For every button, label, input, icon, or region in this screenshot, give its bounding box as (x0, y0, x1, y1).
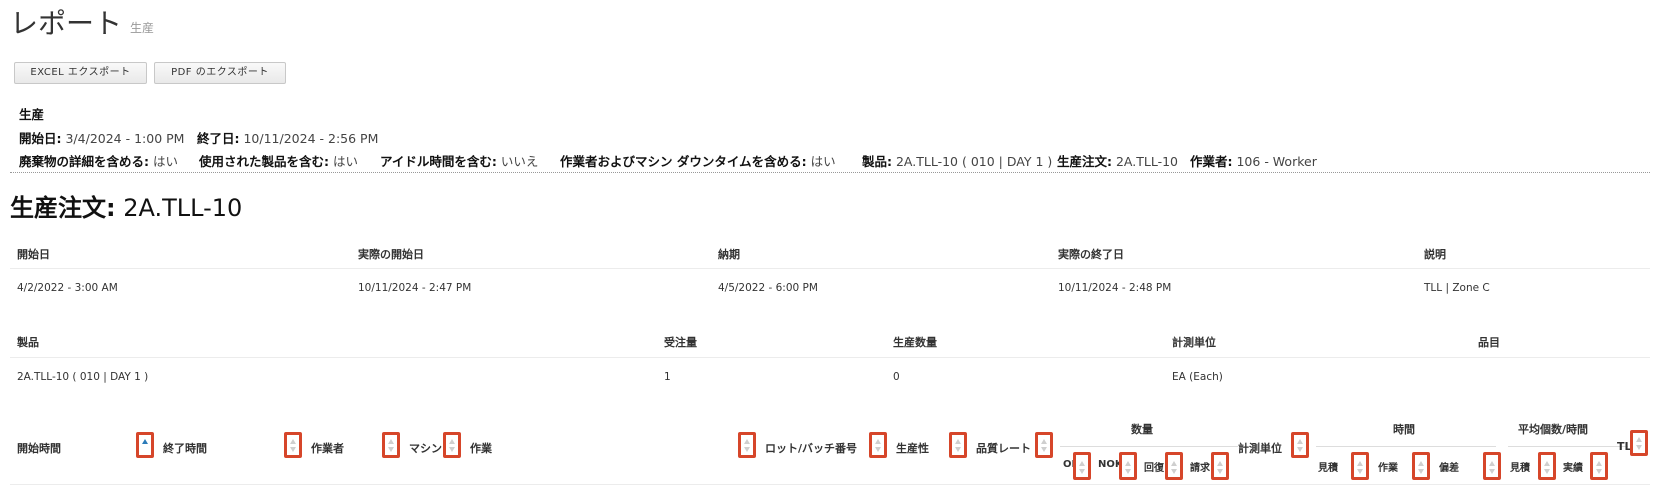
filter-worker: 作業者: 106 - Worker (1190, 154, 1317, 169)
group-avg: 平均個数/時間 (1518, 423, 1589, 436)
table1-cell: 10/11/2024 - 2:48 PM (1058, 282, 1172, 294)
sort-nok-icon[interactable] (1119, 452, 1137, 480)
sort-claim-icon[interactable] (1211, 452, 1229, 480)
table1-header: 実際の終了日 (1058, 248, 1124, 261)
col-start-time[interactable]: 開始時間 (17, 440, 61, 456)
sort-avg-est-icon[interactable] (1538, 452, 1556, 480)
table2-header: 生産数量 (893, 336, 937, 349)
sort-start-time-icon[interactable] (136, 432, 154, 458)
filter-order: 生産注文: 2A.TLL-10 (1057, 154, 1179, 169)
sort-time-est-icon[interactable] (1351, 452, 1369, 480)
filter-downtime: 作業者およびマシン ダウンタイムを含める: はい (560, 154, 836, 169)
col-recovery[interactable]: 回復 (1144, 459, 1164, 474)
col-end-time[interactable]: 終了時間 (163, 440, 207, 456)
pdf-export-button[interactable]: PDF のエクスポート (154, 62, 286, 84)
table2-cell: EA (Each) (1172, 371, 1223, 383)
col-uom[interactable]: 計測単位 (1238, 440, 1282, 456)
sort-worker-icon[interactable] (382, 432, 400, 458)
row-divider (10, 484, 1650, 485)
col-quality[interactable]: 品質レート (976, 440, 1031, 456)
table1-cell: 4/2/2022 - 3:00 AM (17, 282, 118, 294)
table2-header: 製品 (17, 336, 39, 349)
sort-lot-icon[interactable] (869, 432, 887, 458)
col-claim[interactable]: 請求 (1190, 459, 1210, 474)
col-time-work[interactable]: 作業 (1378, 459, 1398, 474)
sort-quality-icon[interactable] (1035, 432, 1053, 458)
table1-header: 実際の開始日 (358, 248, 424, 261)
table1-header: 開始日 (17, 248, 50, 261)
col-machine[interactable]: マシン (409, 440, 442, 456)
col-time-dev[interactable]: 偏差 (1439, 459, 1459, 474)
col-avg-est[interactable]: 見積 (1510, 459, 1530, 474)
excel-export-button[interactable]: EXCEL エクスポート (14, 62, 147, 84)
table1-cell: 10/11/2024 - 2:47 PM (358, 282, 472, 294)
table1-header: 説明 (1424, 248, 1446, 261)
col-lot[interactable]: ロット/バッチ番号 (765, 440, 857, 456)
filter-product: 製品: 2A.TLL-10 ( 010 | DAY 1 ) (862, 154, 1053, 169)
page-title: レポート (10, 7, 123, 40)
col-operation[interactable]: 作業 (470, 440, 492, 456)
sort-end-time-icon[interactable] (284, 432, 302, 458)
col-time-est[interactable]: 見積 (1318, 459, 1338, 474)
sort-operation-icon[interactable] (738, 432, 756, 458)
sort-recovery-icon[interactable] (1165, 452, 1183, 480)
table2-cell: 2A.TLL-10 ( 010 | DAY 1 ) (17, 371, 149, 383)
sort-machine-icon[interactable] (443, 432, 461, 458)
group-time: 時間 (1393, 423, 1415, 436)
table2-header: 受注量 (664, 336, 697, 349)
filter-end: 終了日: 10/11/2024 - 2:56 PM (197, 131, 379, 146)
col-worker[interactable]: 作業者 (311, 440, 344, 456)
table2-cell: 0 (893, 371, 900, 383)
group-quantity-line (1060, 446, 1238, 447)
group-avg-line (1508, 446, 1628, 447)
sort-time-dev-icon[interactable] (1483, 452, 1501, 480)
filter-start: 開始日: 3/4/2024 - 1:00 PM (19, 131, 185, 146)
table1-header: 納期 (718, 248, 740, 261)
filter-idle-time: アイドル時間を含む: いいえ (380, 154, 539, 169)
order-heading: 生産注文: 2A.TLL-10 (10, 194, 243, 222)
col-avg-actual[interactable]: 実績 (1563, 459, 1583, 474)
sort-ok-icon[interactable] (1073, 452, 1091, 480)
row-divider (10, 357, 1650, 358)
table1-cell: TLL | Zone C (1424, 282, 1490, 294)
sort-time-work-icon[interactable] (1412, 452, 1430, 480)
row-divider (10, 268, 1650, 269)
sort-uom-icon[interactable] (1291, 432, 1309, 458)
sort-avg-actual-icon[interactable] (1590, 452, 1608, 480)
table1-cell: 4/5/2022 - 6:00 PM (718, 282, 818, 294)
table2-cell: 1 (664, 371, 671, 383)
col-productivity[interactable]: 生産性 (896, 440, 929, 456)
filter-waste: 廃棄物の詳細を含める: はい (19, 154, 178, 169)
group-quantity: 数量 (1131, 423, 1153, 436)
page-subtitle: 生産 (130, 21, 155, 35)
group-time-line (1316, 446, 1496, 447)
table2-header: 計測単位 (1172, 336, 1216, 349)
sort-productivity-icon[interactable] (949, 432, 967, 458)
sort-tl-icon[interactable] (1630, 430, 1648, 456)
table2-header: 品目 (1478, 336, 1500, 349)
filter-used-products: 使用された製品を含む: はい (199, 154, 358, 169)
filter-heading: 生産 (19, 107, 45, 122)
divider (10, 172, 1650, 173)
